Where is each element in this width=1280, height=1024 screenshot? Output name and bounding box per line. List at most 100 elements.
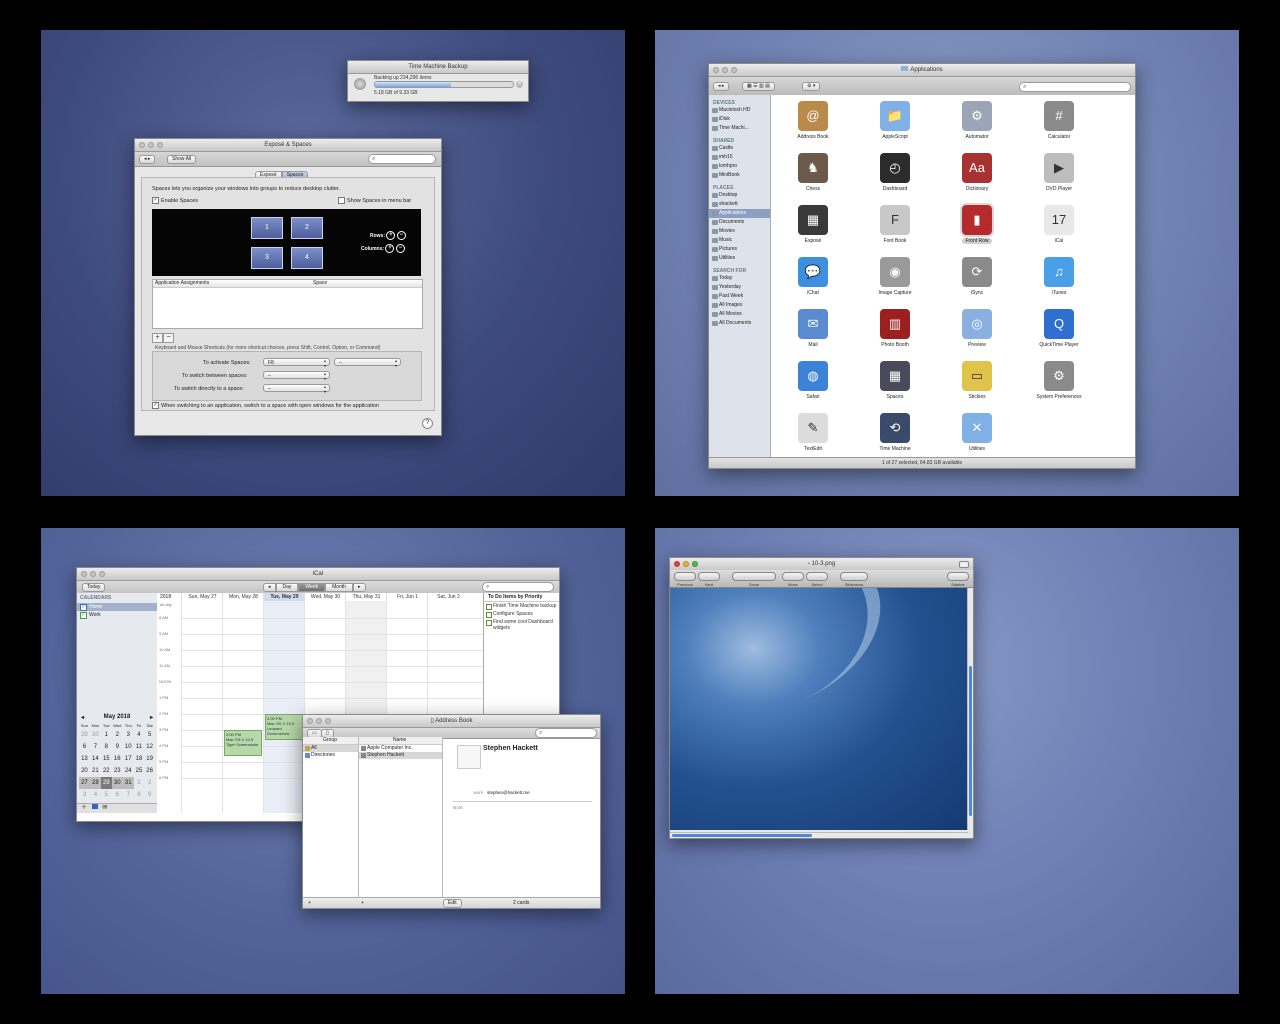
mini-day[interactable]: 30	[111, 777, 123, 789]
prev-button[interactable]: ◂	[263, 583, 276, 592]
edit-button[interactable]: Edit	[443, 899, 462, 908]
mini-day[interactable]: 26	[144, 765, 155, 777]
email-value[interactable]: stephen@hackett.me	[487, 790, 530, 795]
app-quicktime-player[interactable]: Q QuickTime Player	[1029, 309, 1089, 348]
app-time-machine[interactable]: ⟲ Time Machine	[865, 413, 925, 452]
view-week[interactable]: Week	[298, 583, 326, 592]
show-menu-bar-checkbox[interactable]: Show Spaces in menu bar	[338, 197, 411, 204]
sidebar-item[interactable]: Today	[709, 274, 770, 283]
day-header[interactable]: Sun, May 27	[181, 593, 223, 601]
zoom-button[interactable]	[157, 142, 163, 148]
remove-row-icon[interactable]: −	[396, 231, 406, 240]
horizontal-scrollbar[interactable]	[670, 832, 968, 838]
sidebar-item[interactable]: All Images	[709, 301, 770, 310]
sidebar-item[interactable]: Applications	[709, 209, 770, 218]
search-field[interactable]: ⌕	[482, 582, 554, 592]
application-assignments-table[interactable]: Application Assignments Space	[152, 279, 423, 329]
minimize-button[interactable]	[316, 718, 322, 724]
mini-day[interactable]: 2	[144, 777, 155, 789]
space-thumbnail-2[interactable]: 2	[291, 217, 323, 239]
slideshow-button[interactable]: Slideshow	[840, 572, 868, 587]
day-column[interactable]	[263, 601, 305, 813]
mini-day[interactable]: 30	[90, 729, 101, 741]
zoom-button[interactable]	[99, 571, 105, 577]
next-button[interactable]: ▸	[353, 583, 366, 592]
minimize-button[interactable]	[148, 142, 154, 148]
move-button[interactable]: Move	[782, 572, 804, 587]
mini-day[interactable]: 5	[101, 789, 112, 801]
app-isync[interactable]: ⟳ iSync	[947, 257, 1007, 296]
mini-day[interactable]: 23	[112, 765, 123, 777]
mini-day[interactable]: 5	[144, 729, 155, 741]
mini-day[interactable]: 15	[101, 753, 112, 765]
close-button[interactable]	[713, 67, 719, 73]
close-button[interactable]	[674, 561, 680, 567]
app-utilities[interactable]: ✕ Utilities	[947, 413, 1007, 452]
search-field[interactable]: ⌕	[1019, 82, 1131, 92]
switch-directly-popup[interactable]: –	[263, 384, 330, 394]
zoom-button[interactable]	[325, 718, 331, 724]
mini-day[interactable]: 18	[134, 753, 145, 765]
horizontal-scroll-thumb[interactable]	[672, 834, 812, 837]
today-button[interactable]: Today	[82, 583, 106, 592]
name-row[interactable]: Stephen Hackett	[359, 752, 442, 759]
app-safari[interactable]: ◍ Safari	[783, 361, 843, 400]
app-dashboard[interactable]: ◴ Dashboard	[865, 153, 925, 192]
mini-day[interactable]: 16	[112, 753, 123, 765]
app-itunes[interactable]: ♫ iTunes	[1029, 257, 1089, 296]
mini-day[interactable]: 4	[134, 729, 145, 741]
sidebar-item[interactable]: Castle	[709, 144, 770, 153]
minimize-button[interactable]	[683, 561, 689, 567]
back-forward-buttons[interactable]: ◂ ▸	[713, 82, 730, 91]
sidebar-section-header[interactable]: DEVICES	[709, 98, 770, 106]
stop-backup-button[interactable]: ×	[516, 81, 523, 88]
mini-day[interactable]: 14	[90, 753, 101, 765]
space-4[interactable]: ▫ 10-3.png Previous Next Zoom Move Selec…	[655, 528, 1239, 994]
mini-day[interactable]: 1	[101, 729, 112, 741]
day-header[interactable]: Thu, May 31	[345, 593, 387, 601]
zoom-button[interactable]	[731, 67, 737, 73]
minimize-button[interactable]	[90, 571, 96, 577]
activate-spaces-popup[interactable]: F8	[263, 358, 330, 368]
mini-day[interactable]: 1	[134, 777, 145, 789]
mini-day[interactable]: 11	[134, 741, 145, 753]
mini-day[interactable]: 3	[79, 789, 90, 801]
search-field[interactable]: ⌕	[368, 154, 436, 164]
action-menu-button[interactable]: ⚙ ▾	[802, 82, 821, 91]
activate-spaces-mouse-popup[interactable]: –	[334, 358, 401, 368]
mini-day[interactable]: 6	[112, 789, 123, 801]
app-dictionary[interactable]: Aa Dictionary	[947, 153, 1007, 192]
space-1[interactable]: Time Machine Backup Backing up 234,296 i…	[41, 30, 625, 496]
app-ichat[interactable]: 💬 iChat	[783, 257, 843, 296]
mini-day[interactable]: 31	[122, 777, 134, 789]
title-bar[interactable]: ▯ Address Book	[303, 715, 600, 728]
sidebar-item[interactable]: Desktop	[709, 191, 770, 200]
sidebar-section-header[interactable]: SEARCH FOR	[709, 266, 770, 274]
mini-day[interactable]: 8	[101, 741, 112, 753]
todo-item[interactable]: Find some cool Dashboard widgets	[484, 618, 559, 632]
app-address-book[interactable]: @ Address Book	[783, 101, 843, 140]
day-header[interactable]: Wed, May 30	[304, 593, 346, 601]
app-expos[interactable]: ▦ Exposé	[783, 205, 843, 244]
space-2[interactable]: Applications ◂ ▸ ▦ ☰ ▥ ▤ ⚙ ▾ ⌕ DEVICES Ma…	[655, 30, 1239, 496]
column-header-application[interactable]: Application Assignments	[155, 280, 209, 287]
app-automator[interactable]: ⚙ Automator	[947, 101, 1007, 140]
title-bar[interactable]: Exposé & Spaces	[135, 139, 441, 152]
column-header-space[interactable]: Space	[313, 280, 327, 287]
switch-app-checkbox[interactable]: ✓ When switching to an application, switc…	[152, 402, 379, 409]
zoom-button[interactable]	[692, 561, 698, 567]
add-column-icon[interactable]: +	[385, 244, 395, 253]
app-applescript[interactable]: 📁 AppleScript	[865, 101, 925, 140]
next-button[interactable]: Next	[698, 572, 720, 587]
app-calculator[interactable]: # Calculator	[1029, 101, 1089, 140]
mini-day[interactable]: 21	[90, 765, 101, 777]
mini-day[interactable]: 6	[79, 741, 90, 753]
close-button[interactable]	[139, 142, 145, 148]
day-header[interactable]: Mon, May 28	[222, 593, 264, 601]
sidebar-item[interactable]: lomhpro	[709, 162, 770, 171]
todo-item[interactable]: Finish Time Machine backup	[484, 602, 559, 610]
sidebar-item[interactable]: Past Week	[709, 292, 770, 301]
add-assignment-button[interactable]: +	[152, 333, 163, 343]
app-photo-booth[interactable]: ▥ Photo Booth	[865, 309, 925, 348]
help-button[interactable]: ?	[422, 418, 433, 429]
